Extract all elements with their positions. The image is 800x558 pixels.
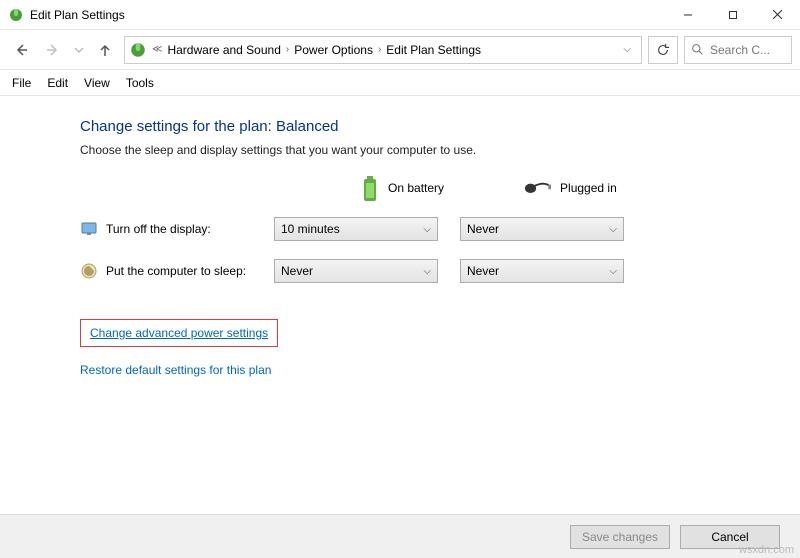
display-on-battery-select[interactable]: 10 minutes ⌵	[274, 217, 438, 241]
chevron-down-icon: ⌵	[609, 266, 617, 277]
chevron-down-icon: ⌵	[423, 224, 431, 235]
row-display-label: Turn off the display:	[106, 222, 274, 236]
column-plugged-in: Plugged in	[524, 179, 617, 197]
power-options-icon	[8, 7, 24, 23]
search-placeholder: Search C...	[710, 43, 770, 57]
chevron-down-icon: ⌵	[423, 266, 431, 277]
breadcrumb[interactable]: ≪ Hardware and Sound › Power Options › E…	[124, 36, 642, 64]
menu-tools[interactable]: Tools	[126, 76, 154, 90]
chevron-right-icon: ›	[375, 44, 384, 55]
display-icon	[80, 220, 98, 238]
footer-bar: Save changes Cancel	[0, 514, 800, 558]
breadcrumb-hardware[interactable]: Hardware and Sound	[167, 43, 280, 57]
menu-edit[interactable]: Edit	[47, 76, 68, 90]
search-input[interactable]: Search C...	[684, 36, 792, 64]
minimize-button[interactable]	[665, 0, 710, 29]
menu-file[interactable]: File	[12, 76, 31, 90]
chevron-down-icon[interactable]: ⌵	[617, 44, 637, 55]
address-bar: ≪ Hardware and Sound › Power Options › E…	[0, 30, 800, 70]
close-button[interactable]	[755, 0, 800, 29]
up-button[interactable]	[92, 37, 118, 63]
save-changes-button[interactable]: Save changes	[570, 525, 670, 549]
chevron-right-icon: ›	[283, 44, 292, 55]
display-plugged-in-select[interactable]: Never ⌵	[460, 217, 624, 241]
recent-locations-button[interactable]	[72, 37, 86, 63]
sleep-icon	[80, 262, 98, 280]
row-sleep: Put the computer to sleep: Never ⌵ Never…	[80, 259, 790, 283]
search-icon	[691, 43, 704, 56]
change-advanced-link[interactable]: Change advanced power settings	[87, 324, 271, 342]
chevron-down-icon: ⌵	[609, 224, 617, 235]
refresh-button[interactable]	[648, 36, 678, 64]
menu-bar: File Edit View Tools	[0, 70, 800, 96]
page-subtitle: Choose the sleep and display settings th…	[80, 143, 790, 157]
row-turn-off-display: Turn off the display: 10 minutes ⌵ Never…	[80, 217, 790, 241]
breadcrumb-power-options[interactable]: Power Options	[294, 43, 373, 57]
sleep-on-battery-select[interactable]: Never ⌵	[274, 259, 438, 283]
content-area: Change settings for the plan: Balanced C…	[0, 96, 800, 514]
breadcrumb-edit-plan[interactable]: Edit Plan Settings	[386, 43, 481, 57]
window-title: Edit Plan Settings	[30, 8, 665, 22]
column-on-battery-label: On battery	[388, 181, 444, 195]
watermark: wsxdn.com	[739, 544, 794, 556]
maximize-button[interactable]	[710, 0, 755, 29]
page-title: Change settings for the plan: Balanced	[80, 118, 790, 135]
column-on-battery: On battery	[360, 175, 444, 201]
plug-icon	[524, 179, 552, 197]
row-sleep-label: Put the computer to sleep:	[106, 264, 274, 278]
forward-button[interactable]	[40, 37, 66, 63]
back-button[interactable]	[8, 37, 34, 63]
column-plugged-in-label: Plugged in	[560, 181, 617, 195]
power-options-icon	[129, 41, 147, 59]
chevron-left-icon: ≪	[149, 44, 165, 55]
title-bar: Edit Plan Settings	[0, 0, 800, 30]
restore-defaults-link[interactable]: Restore default settings for this plan	[80, 363, 271, 377]
menu-view[interactable]: View	[84, 76, 110, 90]
battery-icon	[360, 175, 380, 201]
sleep-plugged-in-select[interactable]: Never ⌵	[460, 259, 624, 283]
highlighted-link-box: Change advanced power settings	[80, 319, 278, 347]
